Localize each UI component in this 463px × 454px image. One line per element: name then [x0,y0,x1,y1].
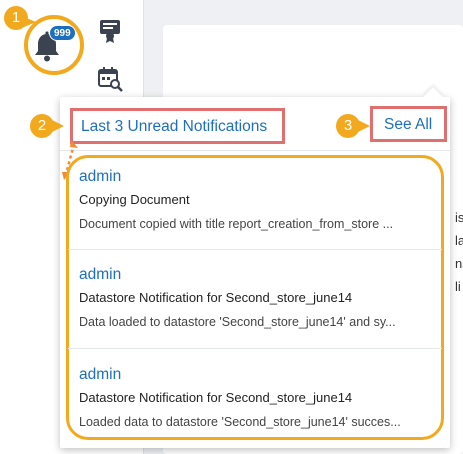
item-divider [68,348,442,349]
notification-description: Document copied with title report_creati… [79,217,394,231]
notification-title: Datastore Notification for Second_store_… [79,290,353,305]
item-divider [68,249,442,250]
notification-item[interactable]: admin Datastore Notification for Second_… [70,366,440,454]
background-text: is [455,210,463,225]
notification-user: admin [79,266,122,283]
certificate-icon[interactable] [97,18,123,44]
marker-pointer [52,120,64,132]
background-text: na [455,256,463,271]
marker-pointer [24,17,36,27]
marker-pointer [358,120,370,132]
see-all-label: See All [384,116,433,133]
notification-item[interactable]: admin Copying Document Document copied w… [70,168,440,266]
notification-description: Data loaded to datastore 'Second_store_j… [79,315,396,329]
popup-header-divider [60,150,450,151]
notification-title: Datastore Notification for Second_store_… [79,390,353,405]
step-marker-3: 3 [336,114,360,138]
heading-text: Last 3 Unread Notifications [81,118,268,135]
notification-count-badge: 999 [49,25,76,41]
step-marker-2: 2 [30,114,54,138]
notification-user: admin [79,168,122,185]
background-text: li [455,279,461,294]
unread-notifications-heading: Last 3 Unread Notifications [70,108,285,144]
notification-item[interactable]: admin Datastore Notification for Second_… [70,266,440,364]
notification-description: Loaded data to datastore 'Second_store_j… [79,415,401,429]
calendar-search-icon[interactable] [97,66,123,92]
background-text: la [455,233,463,248]
notification-user: admin [79,366,122,383]
see-all-link[interactable]: See All [370,106,447,142]
notification-title: Copying Document [79,192,190,207]
